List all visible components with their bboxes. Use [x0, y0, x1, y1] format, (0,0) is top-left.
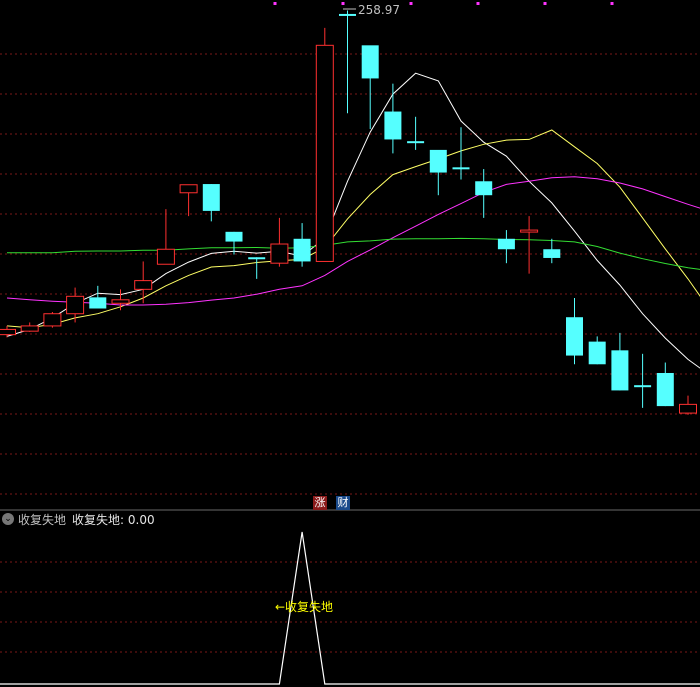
candle — [566, 298, 583, 365]
candle — [202, 184, 220, 222]
candle — [225, 231, 243, 255]
indicator-grid — [0, 561, 700, 653]
candle — [43, 311, 62, 328]
candle — [429, 149, 447, 196]
candle-body — [293, 238, 311, 262]
indicator-annotation: ←收复失地 — [275, 599, 333, 614]
candle-body — [339, 13, 356, 16]
candle — [179, 184, 198, 217]
candle-body — [429, 149, 447, 173]
candle-body — [66, 295, 85, 315]
candle — [156, 209, 175, 265]
kline-chart: 258.97 ←收复失地 — [0, 2, 700, 685]
candle-body — [202, 184, 220, 211]
candlesticks — [0, 10, 697, 415]
candle-body — [543, 249, 561, 258]
ma-line-3 — [6, 176, 700, 306]
candle-body — [179, 184, 198, 194]
marker-dot — [610, 2, 614, 5]
candle-body — [361, 45, 379, 79]
candle — [248, 257, 266, 279]
candle — [20, 322, 39, 332]
candle — [497, 230, 515, 264]
finance-marker-badge[interactable]: 财 — [336, 496, 350, 510]
candle-body — [270, 243, 289, 264]
candle-body — [248, 257, 266, 260]
marker-dot — [543, 2, 547, 5]
indicator-header: ⌄ 收复失地 收复失地: 0.00 — [0, 511, 155, 527]
marker-dot — [476, 2, 480, 5]
candle-body — [634, 385, 652, 388]
candle — [475, 169, 493, 218]
rise-marker-badge[interactable]: 涨 — [313, 496, 327, 510]
candle-body — [111, 299, 130, 304]
candle — [543, 238, 561, 264]
candle — [293, 223, 311, 267]
candle — [679, 395, 697, 415]
candle-body — [20, 325, 39, 332]
indicator-name[interactable]: 收复失地 — [18, 511, 66, 528]
candle — [339, 10, 356, 114]
marker-dot — [341, 2, 345, 5]
candle-body — [679, 403, 697, 414]
max-price-label: 258.97 — [358, 3, 400, 17]
candle-body — [520, 229, 539, 233]
candle-body — [156, 248, 175, 265]
candle-body — [89, 297, 107, 309]
indicator-reading: 收复失地: 0.00 — [72, 512, 155, 527]
candle — [111, 289, 130, 311]
candle-body — [0, 328, 16, 336]
candle-body — [384, 111, 402, 140]
candle-body — [611, 350, 629, 391]
grid-lines — [0, 53, 700, 495]
chevron-down-icon[interactable]: ⌄ — [2, 513, 14, 525]
top-marker-dots — [273, 2, 614, 5]
candle-body — [315, 44, 334, 262]
candle — [315, 27, 334, 262]
candle-body — [225, 231, 243, 242]
candle — [520, 216, 539, 274]
candle-body — [588, 341, 606, 365]
ma-line-1 — [6, 72, 700, 369]
candle — [611, 332, 629, 391]
candle-body — [452, 167, 470, 170]
candle-body — [497, 238, 515, 250]
candle-body — [407, 141, 425, 144]
indicator-signal-line — [0, 531, 700, 685]
candle — [270, 217, 289, 267]
candle — [634, 353, 652, 408]
candle — [656, 362, 674, 407]
candle-body — [566, 317, 583, 356]
candle-body — [475, 181, 493, 196]
marker-dot — [273, 2, 277, 5]
candle — [588, 336, 606, 365]
ma-line-2 — [6, 129, 700, 329]
candle — [361, 45, 379, 129]
candle-body — [134, 280, 153, 290]
candle-body — [43, 313, 62, 327]
moving-average-lines — [6, 72, 700, 369]
candle-body — [656, 372, 674, 407]
candle — [407, 116, 425, 150]
candle — [89, 285, 107, 309]
marker-dot — [409, 2, 413, 5]
indicator-line — [0, 531, 700, 685]
candle — [134, 261, 153, 304]
ma-line-4 — [7, 237, 700, 270]
